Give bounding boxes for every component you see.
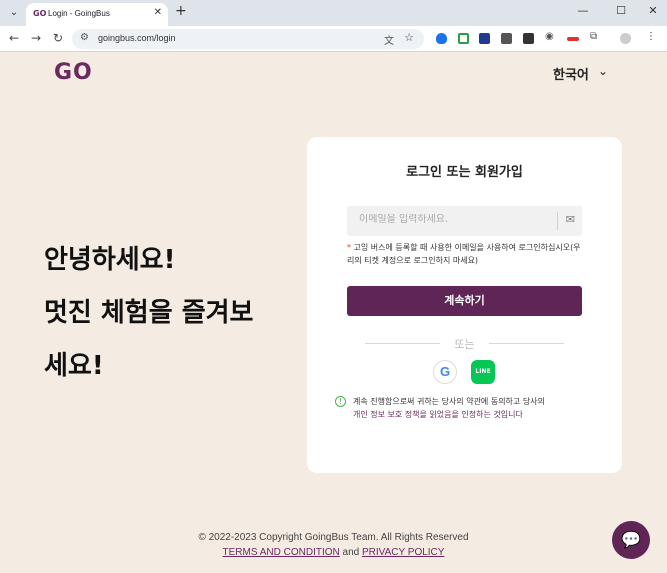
tab-title: Login - GoingBus [48, 9, 110, 18]
notice-asterisk: * [347, 243, 351, 252]
hero-greeting: 안녕하세요! 멋진 체험을 즐겨보 세요! [44, 234, 314, 393]
extension-blue-icon[interactable] [479, 33, 490, 44]
close-window-icon[interactable]: ✕ [643, 4, 663, 17]
hero-line-2: 멋진 체험을 즐겨보 [44, 298, 254, 328]
google-login-button[interactable]: G [433, 360, 457, 384]
info-icon: ! [335, 396, 346, 407]
continue-button[interactable]: 계속하기 [347, 286, 582, 316]
browser-menu-icon[interactable]: ⋮ [646, 31, 656, 42]
tab-close-icon[interactable]: ✕ [154, 7, 162, 18]
email-divider [557, 212, 558, 230]
login-title: 로그인 또는 회원가입 [406, 165, 523, 180]
extension-camera-icon[interactable]: ◉ [545, 31, 554, 42]
browser-tab-bar: ⌄ GO Login - GoingBus ✕ + — ☐ ✕ [0, 0, 667, 26]
mail-icon: ✉ [565, 213, 575, 226]
goingbus-logo[interactable]: GO [54, 60, 93, 85]
profile-avatar-icon[interactable] [620, 33, 631, 44]
site-info-icon[interactable]: ⚙ [80, 32, 89, 43]
extension-dark-icon[interactable] [523, 33, 534, 44]
extensions-puzzle-icon[interactable]: ⧉ [590, 31, 597, 42]
language-selector[interactable]: 한국어 [553, 64, 589, 83]
hero-line-1: 안녕하세요! [44, 245, 176, 275]
tab-favicon: GO [33, 9, 47, 18]
browser-toolbar: ← → ↻ ⚙ goingbus.com/login 文 ☆ ◉ ⧉ ⋮ [0, 26, 667, 52]
line-login-button[interactable]: LINE [471, 360, 495, 384]
url-text: goingbus.com/login [98, 33, 176, 43]
tab-search-icon[interactable]: ⌄ [6, 5, 22, 21]
notice-text: 고잉 버스에 등록할 때 사용한 이메일을 사용하여 로그인하십시오(우리의 티… [347, 243, 581, 265]
reload-icon[interactable]: ↻ [50, 31, 66, 45]
or-divider-right [489, 343, 564, 344]
bookmark-star-icon[interactable]: ☆ [404, 31, 414, 44]
terms-link[interactable]: TERMS AND CONDITION [223, 547, 340, 558]
new-tab-icon[interactable]: + [175, 3, 187, 19]
chat-bubble-icon[interactable]: 💬 [612, 521, 650, 559]
translate-icon[interactable]: 文 [384, 32, 394, 47]
email-input[interactable] [359, 214, 549, 225]
terms-notice: 계속 진행함으로써 귀하는 당사의 약관에 동의하고 당사의 개인 정보 보호 … [353, 395, 613, 421]
email-field-container: ✉ [347, 206, 582, 236]
copyright-text: © 2022-2023 Copyright GoingBus Team. All… [198, 532, 469, 543]
browser-tab[interactable]: GO Login - GoingBus ✕ [26, 3, 168, 26]
footer-and: and [342, 547, 360, 558]
extension-red-icon[interactable] [567, 37, 579, 41]
extension-shield-icon[interactable] [436, 33, 447, 44]
minimize-icon[interactable]: — [573, 4, 593, 17]
address-bar[interactable]: ⚙ goingbus.com/login 文 ☆ [72, 29, 424, 49]
hero-line-3: 세요! [44, 351, 104, 381]
back-icon[interactable]: ← [6, 31, 22, 45]
chevron-down-icon[interactable]: ⌄ [598, 64, 608, 78]
maximize-icon[interactable]: ☐ [611, 4, 631, 17]
email-notice: * 고잉 버스에 등록할 때 사용한 이메일을 사용하여 로그인하십시오(우리의… [347, 241, 587, 267]
extension-s-icon[interactable] [501, 33, 512, 44]
forward-icon[interactable]: → [28, 31, 44, 45]
or-label: 또는 [454, 338, 475, 351]
privacy-link[interactable]: PRIVACY POLICY [362, 547, 444, 558]
privacy-policy-link[interactable]: 개인 정보 보호 정책을 읽었음을 인정하는 것입니다 [353, 410, 523, 419]
login-card: 로그인 또는 회원가입 ✉ * 고잉 버스에 등록할 때 사용한 이메일을 사용… [307, 137, 622, 473]
extension-green-icon[interactable] [458, 33, 469, 44]
terms-prefix: 계속 진행함으로써 귀하는 당사의 약관에 동의하고 당사의 [353, 397, 545, 406]
page-footer: © 2022-2023 Copyright GoingBus Team. All… [0, 530, 667, 560]
